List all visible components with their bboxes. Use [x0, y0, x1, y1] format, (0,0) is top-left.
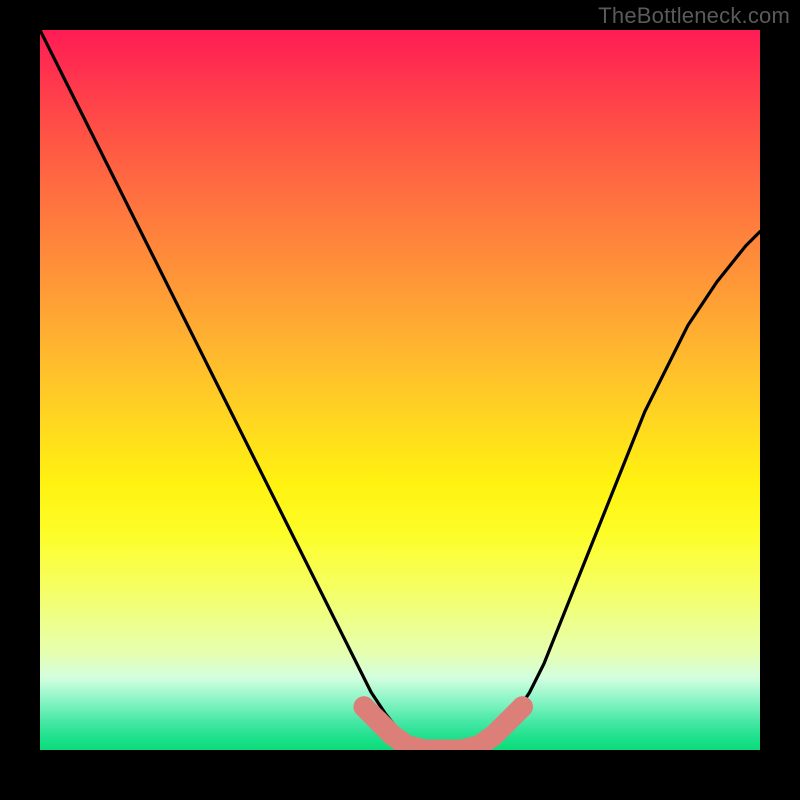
- chart-frame: TheBottleneck.com: [0, 0, 800, 800]
- watermark-text: TheBottleneck.com: [598, 3, 790, 29]
- bottleneck-curve-path: [40, 30, 760, 750]
- bottleneck-curve: [40, 30, 760, 750]
- curve-layer: [40, 30, 760, 750]
- plot-area: [40, 30, 760, 750]
- marker-dot: [512, 696, 533, 717]
